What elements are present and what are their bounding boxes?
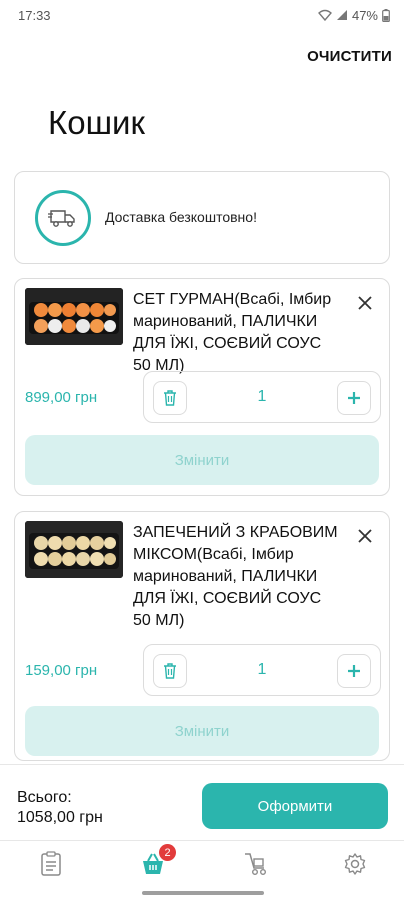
product-price: 899,00 грн [25,389,98,406]
quantity-value: 1 [257,388,267,405]
delivery-truck-icon [35,190,91,246]
status-bar: 17:33 47% [0,0,404,30]
change-button[interactable]: Змінити [25,706,379,756]
plus-icon[interactable] [337,381,371,415]
settings-gear-icon[interactable] [340,849,370,879]
bottom-nav: 2 [0,840,404,900]
trash-icon[interactable] [153,654,187,688]
total-label: Всього: [17,789,72,806]
checkout-button[interactable]: Оформити [202,783,388,829]
battery-percent: 47% [351,7,378,23]
change-button[interactable]: Змінити [25,435,379,485]
quantity-stepper: 1 [143,644,381,696]
wifi-icon [317,9,332,21]
product-name: ЗАПЕЧЕНИЙ З КРАБОВИМ МІКСОМ(Всабі, Імбир… [133,524,338,629]
delivery-info-card: Доставка безкоштовно! [14,171,390,264]
cart-icon[interactable]: 2 [138,844,176,879]
delivery-text: Доставка безкоштовно! [105,209,257,225]
close-icon[interactable] [355,293,375,313]
product-image [25,288,123,345]
quantity-value: 1 [257,661,267,678]
clear-cart-button[interactable]: ОЧИСТИТИ [307,48,392,65]
plus-icon[interactable] [337,654,371,688]
home-indicator[interactable] [142,891,264,895]
product-name: СЕТ ГУРМАН(Всабі, Імбир маринований, ПАЛ… [133,291,332,374]
status-icons: 47% [317,7,390,23]
product-price: 159,00 грн [25,662,98,679]
quantity-stepper: 1 [143,371,381,423]
trash-icon[interactable] [153,381,187,415]
cart-badge: 2 [159,844,176,861]
close-icon[interactable] [355,526,375,546]
checkout-bar: Всього: 1058,00 грн Оформити [0,764,404,840]
cart-item: СЕТ ГУРМАН(Всабі, Імбир маринований, ПАЛ… [14,278,390,496]
cart-item: ЗАПЕЧЕНИЙ З КРАБОВИМ МІКСОМ(Всабі, Імбир… [14,511,390,761]
product-image [25,521,123,578]
signal-icon [336,9,348,21]
status-time: 17:33 [18,7,51,23]
menu-list-icon[interactable] [36,849,66,879]
battery-icon [382,8,390,22]
total-value: 1058,00 грн [17,809,103,826]
delivery-courier-icon[interactable] [240,849,270,879]
page-title: Кошик [48,104,145,141]
